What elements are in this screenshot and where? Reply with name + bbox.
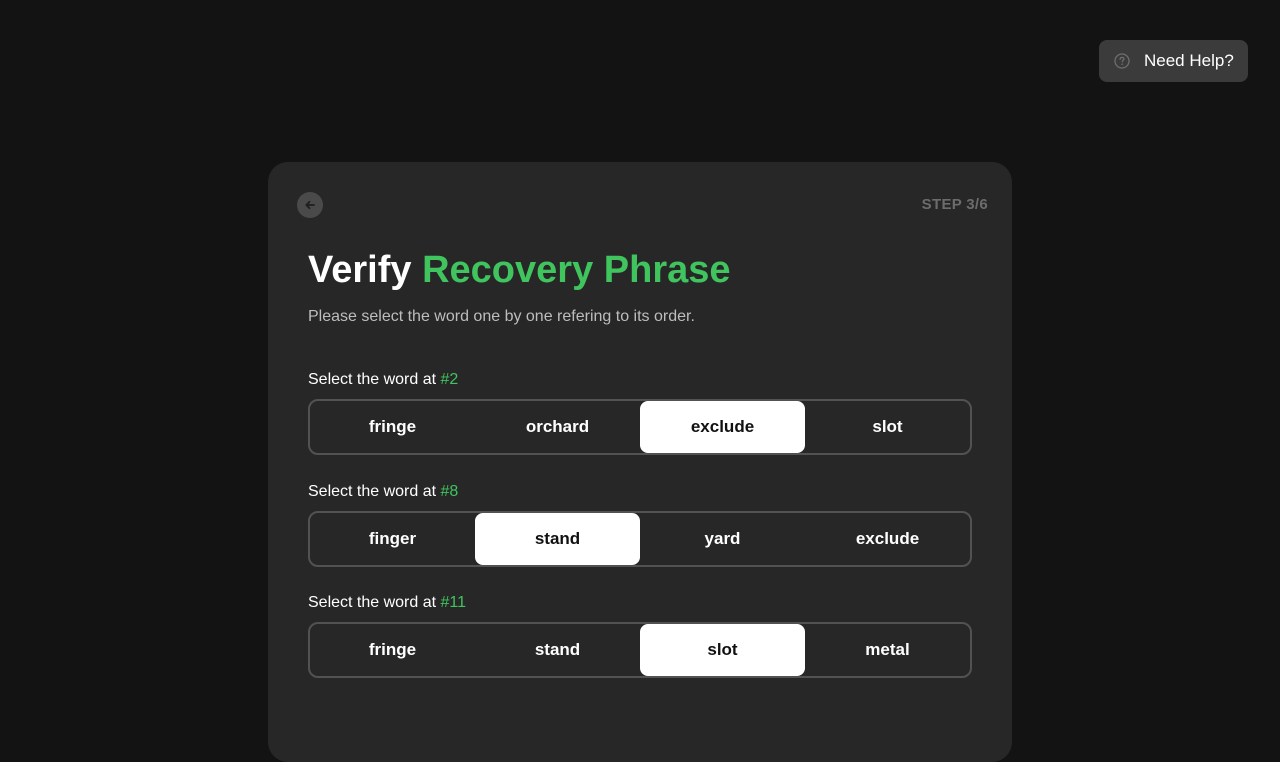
question-label: Select the word at #8 xyxy=(308,482,972,502)
page-subtitle: Please select the word one by one referi… xyxy=(308,308,695,325)
word-position: #11 xyxy=(440,594,467,611)
word-option-slot[interactable]: slot xyxy=(805,401,970,453)
word-option-finger[interactable]: finger xyxy=(310,513,475,565)
question-circle-icon xyxy=(1114,53,1130,69)
question-label: Select the word at #2 xyxy=(308,370,972,390)
word-option-exclude[interactable]: exclude xyxy=(805,513,970,565)
word-option-orchard[interactable]: orchard xyxy=(475,401,640,453)
word-position: #8 xyxy=(440,483,459,500)
arrow-left-icon xyxy=(305,200,315,210)
question-block: Select the word at #8 finger stand yard excl… xyxy=(308,482,972,567)
word-option-metal[interactable]: metal xyxy=(805,624,970,676)
back-button[interactable] xyxy=(297,192,323,218)
word-option-yard[interactable]: yard xyxy=(640,513,805,565)
word-option-exclude[interactable]: exclude xyxy=(640,401,805,453)
page-title: Verify Recovery Phrase xyxy=(308,248,731,292)
need-help-label: Need Help? xyxy=(1144,51,1234,70)
word-options-group: fringe orchard exclude slot xyxy=(308,399,972,455)
need-help-button[interactable]: Need Help? xyxy=(1099,40,1248,82)
question-prefix: Select the word at xyxy=(308,483,437,500)
word-position: #2 xyxy=(440,371,459,388)
title-accent: Recovery Phrase xyxy=(422,249,731,291)
word-option-stand[interactable]: stand xyxy=(475,624,640,676)
verify-phrase-card: STEP 3/6 Verify Recovery Phrase Please s… xyxy=(268,162,1012,762)
question-block: Select the word at #11 fringe stand slot met… xyxy=(308,593,972,678)
question-block: Select the word at #2 fringe orchard exclud… xyxy=(308,370,972,455)
word-option-fringe[interactable]: fringe xyxy=(310,401,475,453)
question-label: Select the word at #11 xyxy=(308,593,972,613)
question-prefix: Select the word at xyxy=(308,594,437,611)
word-options-group: finger stand yard exclude xyxy=(308,511,972,567)
title-main: Verify xyxy=(308,249,412,291)
word-option-fringe[interactable]: fringe xyxy=(310,624,475,676)
word-option-stand[interactable]: stand xyxy=(475,513,640,565)
question-prefix: Select the word at xyxy=(308,371,437,388)
step-indicator: STEP 3/6 xyxy=(921,196,988,213)
word-options-group: fringe stand slot metal xyxy=(308,622,972,678)
word-option-slot[interactable]: slot xyxy=(640,624,805,676)
